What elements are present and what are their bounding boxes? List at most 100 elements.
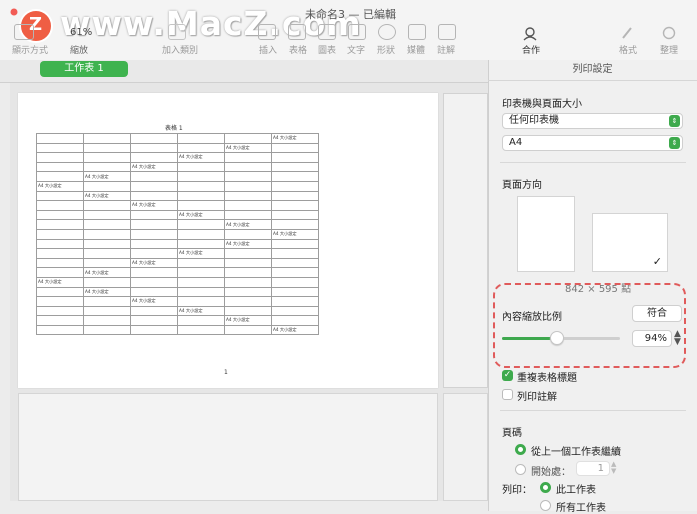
table-cell: [36, 200, 84, 211]
table-cell: [83, 152, 131, 163]
table-cell: [224, 267, 272, 278]
media-icon[interactable]: [408, 24, 426, 40]
table-cell: [130, 209, 178, 221]
table-cell: [177, 180, 225, 192]
table-cell: A4 大小設定: [177, 152, 225, 163]
table-cell: [83, 248, 131, 259]
select-arrows-icon: ⇕: [669, 137, 680, 149]
start-at-label: 開始處：: [531, 467, 571, 478]
table-cell: A4 大小設定: [130, 161, 178, 173]
spreadsheet-table: A4 大小設定 A4 大小設定 A4 大小設定 A4 大小設定 A4 大小設定 A4 大小…: [36, 133, 319, 336]
table-cell: [271, 276, 319, 288]
preview-page-below: [18, 393, 438, 501]
table-cell: [224, 324, 272, 336]
toolbar-organize-label[interactable]: 整理: [660, 43, 678, 56]
start-at-stepper-icon[interactable]: ▲ ▼: [611, 461, 616, 475]
text-icon[interactable]: [348, 24, 366, 40]
organize-icon[interactable]: [662, 25, 676, 44]
table-cell: [177, 286, 225, 298]
table-cell: [83, 200, 131, 211]
toolbar-format-label[interactable]: 格式: [619, 43, 637, 56]
table-row: A4 大小設定: [36, 248, 319, 259]
table-row: A4 大小設定: [36, 219, 319, 230]
scale-input[interactable]: 94%: [632, 330, 672, 347]
scale-stepper-icon[interactable]: ▲ ▼: [674, 330, 681, 347]
table-cell: A4 大小設定: [271, 324, 319, 336]
print-comments-checkbox[interactable]: [502, 389, 513, 400]
toolbar-comment-label[interactable]: 註解: [437, 43, 455, 56]
toolbar-zoom-label[interactable]: 縮放: [70, 43, 88, 56]
print-comments-label: 列印註解: [517, 392, 557, 403]
toolbar-collaborate-label[interactable]: 合作: [522, 43, 540, 56]
zoom-value[interactable]: 61%: [70, 27, 92, 38]
start-at-radio[interactable]: [515, 464, 526, 475]
fit-button[interactable]: 符合: [632, 305, 682, 322]
table-cell: A4 大小設定: [177, 209, 225, 221]
table-cell: [130, 219, 178, 230]
table-icon[interactable]: [288, 24, 306, 40]
table-cell: [130, 276, 178, 288]
printer-select[interactable]: 任何印表機 ⇕: [502, 113, 683, 129]
table-cell: A4 大小設定: [271, 133, 319, 144]
comment-icon[interactable]: [438, 24, 456, 40]
toolbar-media-label[interactable]: 媒體: [407, 43, 425, 56]
chart-icon[interactable]: [318, 24, 336, 40]
shape-icon[interactable]: [378, 24, 396, 40]
toolbar-text-label[interactable]: 文字: [347, 43, 365, 56]
checkmark-icon: ✓: [652, 255, 662, 268]
toolbar-table-label[interactable]: 表格: [289, 43, 307, 56]
toolbar-shape-label[interactable]: 形狀: [377, 43, 395, 56]
table-row: A4 大小設定: [36, 267, 319, 278]
preview-page-next: [443, 93, 488, 388]
toolbar-chart-label[interactable]: 圖表: [318, 43, 336, 56]
add-category-icon[interactable]: [168, 24, 186, 40]
table-cell: [83, 133, 131, 144]
table-row: A4 大小設定: [36, 296, 319, 307]
repeat-headers-checkbox[interactable]: ✓: [502, 370, 513, 381]
table-row: A4 大小設定: [36, 152, 319, 163]
page-number: 1: [224, 369, 228, 376]
view-icon[interactable]: [14, 24, 34, 40]
sheet-tab[interactable]: 工作表 1: [40, 61, 128, 77]
paper-size-select[interactable]: A4 ⇕: [502, 135, 683, 151]
table-row: A4 大小設定: [36, 286, 319, 298]
table-cell: [177, 161, 225, 173]
table-cell: [36, 324, 84, 336]
table-cell: [130, 190, 178, 202]
table-cell: [271, 200, 319, 211]
scale-slider-handle[interactable]: [550, 331, 564, 345]
table-cell: [83, 228, 131, 240]
table-cell: [271, 248, 319, 259]
table-cell: [36, 296, 84, 307]
start-at-input[interactable]: 1: [576, 461, 610, 476]
this-sheet-radio[interactable]: [540, 482, 551, 493]
table-cell: [36, 209, 84, 221]
table-cell: [224, 209, 272, 221]
all-sheets-radio[interactable]: [540, 500, 551, 511]
continue-radio[interactable]: [515, 444, 526, 455]
this-sheet-label: 此工作表: [556, 485, 596, 496]
table-cell: [271, 257, 319, 269]
table-row: A4 大小設定: [36, 180, 319, 192]
toolbar-insert-label[interactable]: 插入: [259, 43, 277, 56]
table-cell: [130, 315, 178, 326]
insert-icon[interactable]: [258, 24, 276, 40]
table-cell: [83, 219, 131, 230]
table-cell: A4 大小設定: [224, 315, 272, 326]
scale-slider-fill: [502, 337, 557, 340]
format-icon[interactable]: [620, 25, 634, 44]
toolbar-add-category-label[interactable]: 加入類別: [162, 43, 198, 56]
toolbar-view-label[interactable]: 顯示方式: [12, 43, 48, 56]
landscape-option[interactable]: ✓: [592, 213, 668, 272]
table-cell: [36, 248, 84, 259]
table-cell: [130, 171, 178, 182]
table-row: A4 大小設定: [36, 305, 319, 317]
portrait-option[interactable]: [517, 196, 575, 272]
table-cell: A4 大小設定: [83, 267, 131, 278]
table-cell: [271, 171, 319, 182]
table-cell: [83, 180, 131, 192]
table-cell: [271, 180, 319, 192]
table-cell: [271, 315, 319, 326]
table-cell: A4 大小設定: [224, 238, 272, 250]
table-cell: [224, 180, 272, 192]
